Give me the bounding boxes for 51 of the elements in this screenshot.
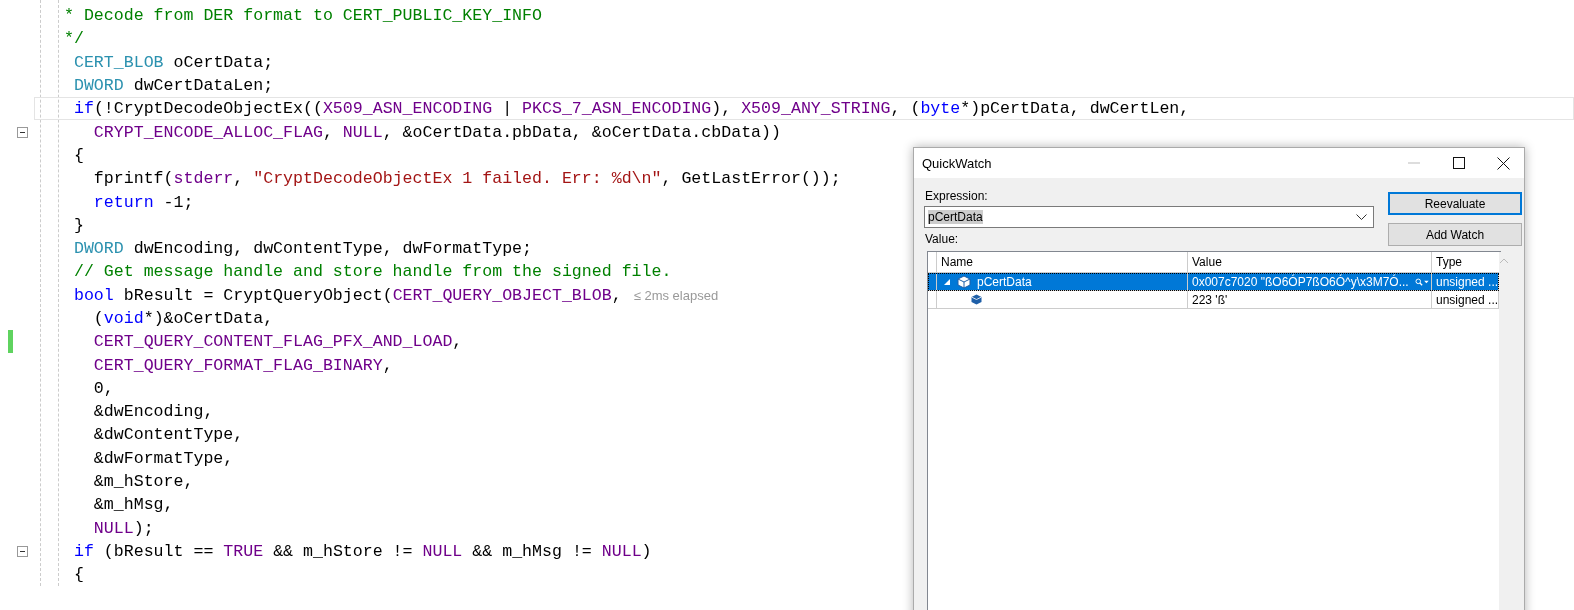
- code-line: {: [72, 565, 84, 585]
- dialog-button[interactable]: Add Watch: [1388, 223, 1522, 246]
- field-icon: [971, 294, 982, 305]
- column-header[interactable]: Name: [937, 252, 1188, 272]
- expression-label: Expression:: [925, 188, 989, 204]
- dialog-button[interactable]: Reevaluate: [1388, 192, 1522, 215]
- code-line: fprintf(stderr, "CryptDecodeObjectEx 1 failed. Err: %d\n", GetLastError());: [92, 169, 841, 189]
- dropdown-icon[interactable]: [1356, 213, 1367, 221]
- maximize-icon[interactable]: [1453, 157, 1465, 169]
- close-icon[interactable]: [1497, 156, 1510, 170]
- code-line: // Get message handle and store handle from the signed file.: [72, 262, 672, 282]
- code-line: CERT_QUERY_FORMAT_FLAG_BINARY,: [92, 355, 393, 375]
- code-line: bool bResult = CryptQueryObject(CERT_QUERY_OBJECT_BLOB,: [72, 285, 622, 305]
- variable-value: 0x007c7020 "ßO6ÓP7ßO6Ó^y\x3M7Ó...: [1192, 274, 1409, 289]
- code-line: &dwFormatType,: [92, 448, 234, 468]
- watch-row[interactable]: 223 'ß' unsigned ...: [928, 291, 1500, 309]
- search-icon[interactable]: [1414, 275, 1429, 288]
- column-header[interactable]: Type: [1432, 252, 1500, 272]
- collapse-icon[interactable]: [17, 545, 28, 557]
- watch-row[interactable]: pCertData 0x007c7020 "ßO6ÓP7ßO6Ó^y\x3M7Ó... unsigned ...: [928, 273, 1500, 291]
- code-line: &m_hMsg,: [92, 495, 174, 515]
- code-line: }: [72, 215, 84, 235]
- column-header[interactable]: Value: [1188, 252, 1432, 272]
- code-line: &dwContentType,: [92, 425, 244, 445]
- code-line: return -1;: [92, 192, 194, 212]
- collapse-icon[interactable]: [17, 126, 28, 138]
- variable-type: unsigned ...: [1436, 292, 1499, 307]
- code-line: 0,: [92, 378, 114, 398]
- code-line: */: [64, 29, 84, 49]
- value-label: Value:: [925, 231, 960, 247]
- code-line: if (bResult == TRUE && m_hStore != NULL && m_hMsg != NULL): [72, 541, 652, 561]
- code-line: * Decode from DER format to CERT_PUBLIC_KEY_INFO: [64, 6, 542, 26]
- perf-tip: ≤ 2ms elapsed: [633, 287, 719, 303]
- code-line: if(!CryptDecodeObjectEx((X509_ASN_ENCODING | PKCS_7_ASN_ENCODING), X509_ANY_STRING, (byte*)pCertData, dwCertLen,: [72, 99, 1190, 119]
- code-line: DWORD dwCertDataLen;: [72, 76, 274, 96]
- variable-name: pCertData: [977, 274, 1032, 289]
- code-line: &dwEncoding,: [92, 402, 214, 422]
- code-line: CRYPT_ENCODE_ALLOC_FLAG, NULL, &oCertData.pbData, &oCertData.cbData)): [92, 122, 781, 142]
- code-line: CERT_BLOB oCertData;: [72, 52, 274, 72]
- code-line: {: [72, 145, 84, 165]
- expression-field[interactable]: pCertData: [924, 206, 1374, 228]
- code-line: &m_hStore,: [92, 472, 194, 492]
- variable-value: 223 'ß': [1192, 292, 1228, 307]
- object-icon: [957, 274, 971, 289]
- code-line: NULL);: [92, 518, 154, 538]
- code-line: (void*)&oCertData,: [92, 309, 274, 328]
- window-title: QuickWatch: [922, 155, 992, 171]
- expand-arrow-icon[interactable]: [943, 277, 951, 286]
- code-line: CERT_QUERY_CONTENT_FLAG_PFX_AND_LOAD,: [92, 332, 463, 352]
- variable-type: unsigned ...: [1436, 274, 1499, 289]
- code-line: DWORD dwEncoding, dwContentType, dwFormatType;: [72, 239, 533, 259]
